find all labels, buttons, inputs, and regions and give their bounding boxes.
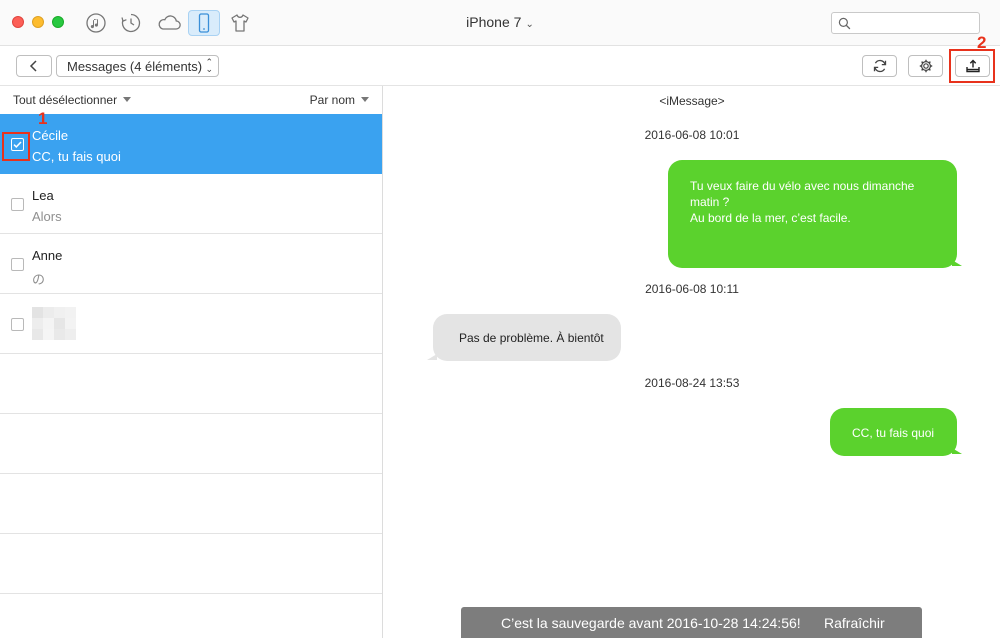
message-preview: CC, tu fais quoi: [32, 149, 121, 164]
refresh-icon: [873, 59, 886, 73]
bubble-tail: [952, 448, 962, 454]
contact-name: Anne: [32, 248, 63, 263]
item-checkbox[interactable]: [11, 258, 24, 271]
restore-icon[interactable]: [118, 10, 144, 36]
bubble-tail: [427, 354, 437, 360]
close-window-button[interactable]: [12, 16, 24, 28]
message-line: Tu veux faire du vélo avec nous dimanche: [690, 179, 915, 193]
backup-info-banner: C’est la sauvegarde avant 2016-10-28 14:…: [461, 607, 922, 638]
incoming-message-bubble: Pas de problème. À bientôt: [427, 314, 621, 361]
deselect-all-dropdown[interactable]: Tout désélectionner: [13, 93, 132, 107]
contact-name: Cécile: [32, 128, 69, 143]
minimize-window-button[interactable]: [32, 16, 44, 28]
list-item[interactable]: Cécile CC, tu fais quoi: [0, 114, 382, 174]
message-preview: の: [32, 272, 46, 287]
search-icon: [838, 17, 851, 30]
message-timestamp: 2016-06-08 10:11: [645, 282, 739, 296]
contact-list-panel: Tout désélectionner Par nom Cécile CC, t…: [0, 86, 383, 638]
gear-icon: [919, 59, 932, 73]
empty-row: [0, 414, 382, 474]
sort-by-dropdown[interactable]: Par nom: [310, 93, 369, 107]
maximize-window-button[interactable]: [52, 16, 64, 28]
cloud-icon[interactable]: [155, 10, 183, 36]
caret-down-icon: [361, 97, 369, 102]
conversation-panel: <iMessage> 2016-06-08 10:01 Tu veux fair…: [384, 86, 1000, 638]
message-preview: Alors: [32, 209, 62, 224]
list-item[interactable]: Lea Alors: [0, 174, 382, 234]
toolbar: Messages (4 éléments) ⌃ ⌄ 2: [0, 33, 1000, 86]
deselect-all-label: Tout désélectionner: [13, 93, 118, 107]
empty-row: [0, 354, 382, 414]
empty-row: [0, 474, 382, 534]
empty-row: [0, 534, 382, 594]
message-line: Au bord de la mer, c’est facile.: [690, 211, 851, 225]
message-timestamp: 2016-06-08 10:01: [644, 128, 740, 142]
chevron-down-icon[interactable]: ⌄: [525, 19, 533, 30]
device-name[interactable]: iPhone 7: [466, 14, 521, 30]
refresh-link[interactable]: Rafraîchir: [824, 615, 885, 631]
chevron-left-icon: [29, 60, 37, 72]
outgoing-message-bubble: Tu veux faire du vélo avec nous dimanche…: [668, 160, 962, 268]
sort-by-label: Par nom: [309, 93, 355, 107]
empty-row: [0, 594, 382, 638]
phone-icon[interactable]: [188, 10, 220, 36]
checkbox-highlight-box: [2, 132, 30, 161]
music-icon[interactable]: [83, 10, 109, 36]
service-label: <iMessage>: [659, 94, 725, 108]
contact-name: Lea: [32, 188, 54, 203]
item-checkbox[interactable]: [11, 318, 24, 331]
list-header: Tout désélectionner Par nom: [0, 86, 382, 114]
message-timestamp: 2016-08-24 13:53: [644, 376, 740, 390]
category-select-label: Messages (4 éléments): [67, 58, 203, 74]
export-highlight-box: [949, 49, 995, 83]
backup-info-text: C’est la sauvegarde avant 2016-10-28 14:…: [501, 615, 801, 631]
tshirt-icon[interactable]: [227, 10, 253, 36]
category-select[interactable]: Messages (4 éléments) ⌃ ⌄: [56, 55, 219, 77]
title-bar: iPhone 7 ⌄: [0, 0, 1000, 46]
message-line: Pas de problème. À bientôt: [459, 331, 604, 345]
settings-button[interactable]: [908, 55, 943, 77]
item-checkbox[interactable]: [11, 198, 24, 211]
search-field[interactable]: [831, 12, 980, 34]
updown-arrows-icon: ⌃ ⌄: [205, 57, 213, 74]
back-button[interactable]: [16, 55, 52, 77]
message-line: matin ?: [690, 195, 730, 209]
refresh-button[interactable]: [862, 55, 897, 77]
message-line: CC, tu fais quoi: [852, 426, 935, 440]
step-2-label: 2: [977, 33, 987, 52]
outgoing-message-bubble: CC, tu fais quoi: [830, 408, 962, 456]
caret-down-icon: [123, 97, 132, 102]
bubble-tail: [952, 260, 962, 266]
step-1-label: 1: [38, 109, 48, 128]
blurred-contact-name: [32, 307, 78, 341]
list-item[interactable]: [0, 294, 382, 354]
search-input[interactable]: [854, 14, 976, 32]
list-item[interactable]: Anne の: [0, 234, 382, 294]
